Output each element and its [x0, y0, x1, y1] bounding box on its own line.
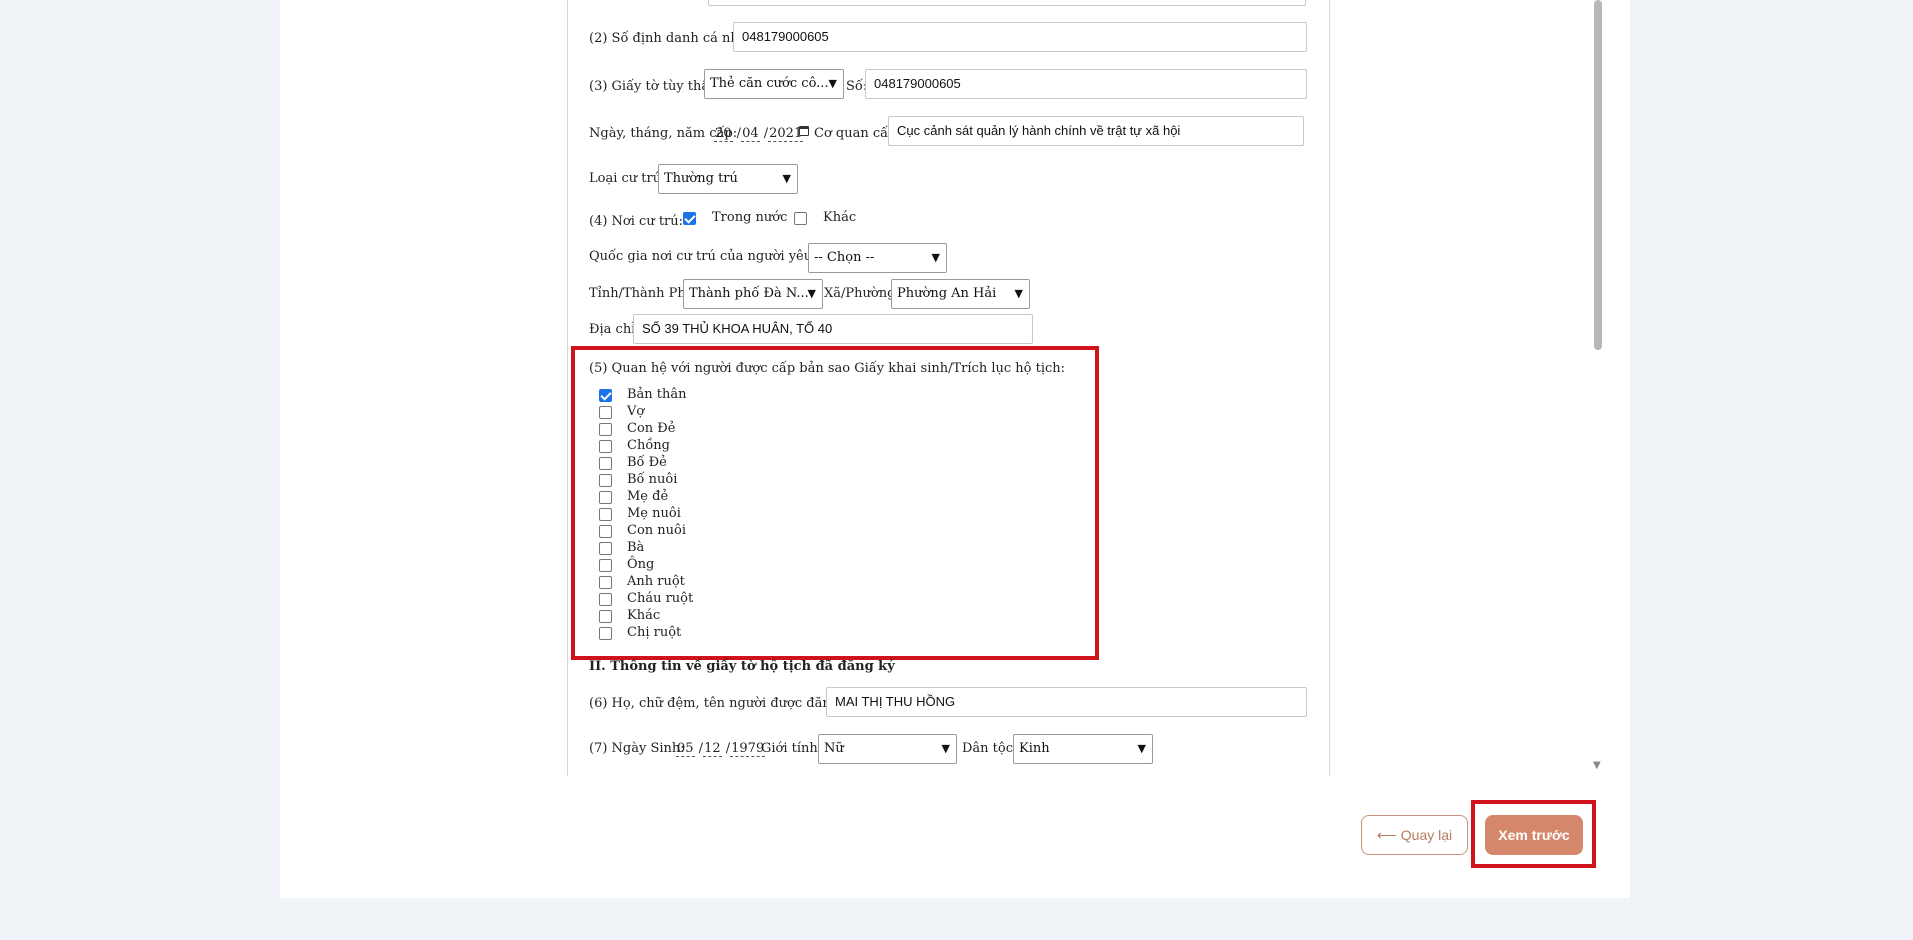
- back-button-label: Quay lại: [1400, 827, 1453, 843]
- province-label: Tỉnh/Thành Phố: [589, 286, 694, 301]
- chevron-down-icon: ▼: [828, 77, 837, 90]
- residence-other-label: Khác: [823, 210, 857, 225]
- gender-select[interactable]: Nữ ▼: [818, 734, 957, 764]
- country-label: Quốc gia nơi cư trú của người yêu cầu:: [589, 249, 845, 264]
- registered-name-label: (6) Họ, chữ đệm, tên người được đăng ký:: [589, 696, 863, 711]
- scroll-down-arrow-icon[interactable]: ▼: [1593, 760, 1601, 771]
- chevron-down-icon: ▼: [807, 287, 816, 300]
- issue-date-input[interactable]: 20 /04 /2021: [714, 126, 804, 142]
- back-button[interactable]: ⟵ Quay lại: [1361, 815, 1468, 855]
- residence-domestic-checkbox[interactable]: [683, 212, 696, 225]
- issue-month: 04: [741, 126, 760, 142]
- chevron-down-icon: ▼: [941, 742, 950, 755]
- chevron-down-icon: ▼: [1014, 287, 1023, 300]
- issue-authority-input[interactable]: Cục cảnh sát quản lý hành chính về trật …: [888, 116, 1304, 146]
- id-document-label: (3) Giấy tờ tùy thân:: [589, 79, 722, 94]
- country-value: -- Chọn --: [814, 250, 875, 265]
- ethnicity-label: Dân tộc:: [962, 741, 1018, 756]
- residence-type-value: Thường trú: [664, 171, 738, 186]
- address-input[interactable]: SỐ 39 THỦ KHOA HUÂN, TỔ 40: [633, 314, 1033, 344]
- gender-label: Giới tính:: [761, 741, 823, 756]
- previous-field-input[interactable]: [708, 0, 1306, 6]
- residence-other-checkbox[interactable]: [794, 212, 807, 225]
- birth-month: 12: [703, 741, 722, 757]
- residence-place-label: (4) Nơi cư trú:: [589, 214, 684, 229]
- issue-year: 2021: [768, 126, 804, 142]
- birth-day: 05: [676, 741, 695, 757]
- birth-year: 1979: [730, 741, 766, 757]
- form-scrollbar-thumb[interactable]: [1594, 0, 1602, 350]
- issue-day: 20: [714, 126, 733, 142]
- residence-type-label: Loại cư trú:: [589, 171, 666, 186]
- gender-value: Nữ: [824, 741, 844, 756]
- ethnicity-select[interactable]: Kinh ▼: [1013, 734, 1153, 764]
- chevron-down-icon: ▼: [782, 172, 791, 185]
- ward-select[interactable]: Phường An Hải ▼: [891, 279, 1030, 309]
- chevron-down-icon: ▼: [1137, 742, 1146, 755]
- province-value: Thành phố Đà N...: [689, 286, 809, 301]
- province-select[interactable]: Thành phố Đà N... ▼: [683, 279, 823, 309]
- birth-date-label: (7) Ngày Sinh:: [589, 741, 685, 756]
- calendar-icon[interactable]: [799, 126, 809, 136]
- id-document-type-value: Thẻ căn cước cô...: [710, 76, 829, 91]
- relationship-highlight-box: [571, 346, 1099, 660]
- preview-highlight-box: [1471, 800, 1596, 868]
- country-select[interactable]: -- Chọn -- ▼: [808, 243, 947, 273]
- section-2-title: II. Thông tin về giấy tờ hộ tịch đã đăng…: [589, 659, 895, 674]
- ward-value: Phường An Hải: [897, 286, 997, 301]
- chevron-down-icon: ▼: [931, 251, 940, 264]
- ward-label: Xã/Phường: [824, 286, 896, 301]
- birth-date-input[interactable]: 05 /12 /1979: [676, 741, 766, 757]
- residence-type-select[interactable]: Thường trú ▼: [658, 164, 798, 194]
- residence-domestic-label: Trong nước: [712, 210, 788, 225]
- id-document-type-select[interactable]: Thẻ căn cước cô... ▼: [704, 69, 844, 99]
- ethnicity-value: Kinh: [1019, 741, 1050, 756]
- registered-name-input[interactable]: MAI THỊ THU HỒNG: [826, 687, 1307, 717]
- arrow-left-icon: ⟵: [1376, 827, 1397, 843]
- personal-id-input[interactable]: 048179000605: [733, 22, 1307, 52]
- id-number-input[interactable]: 048179000605: [865, 69, 1307, 99]
